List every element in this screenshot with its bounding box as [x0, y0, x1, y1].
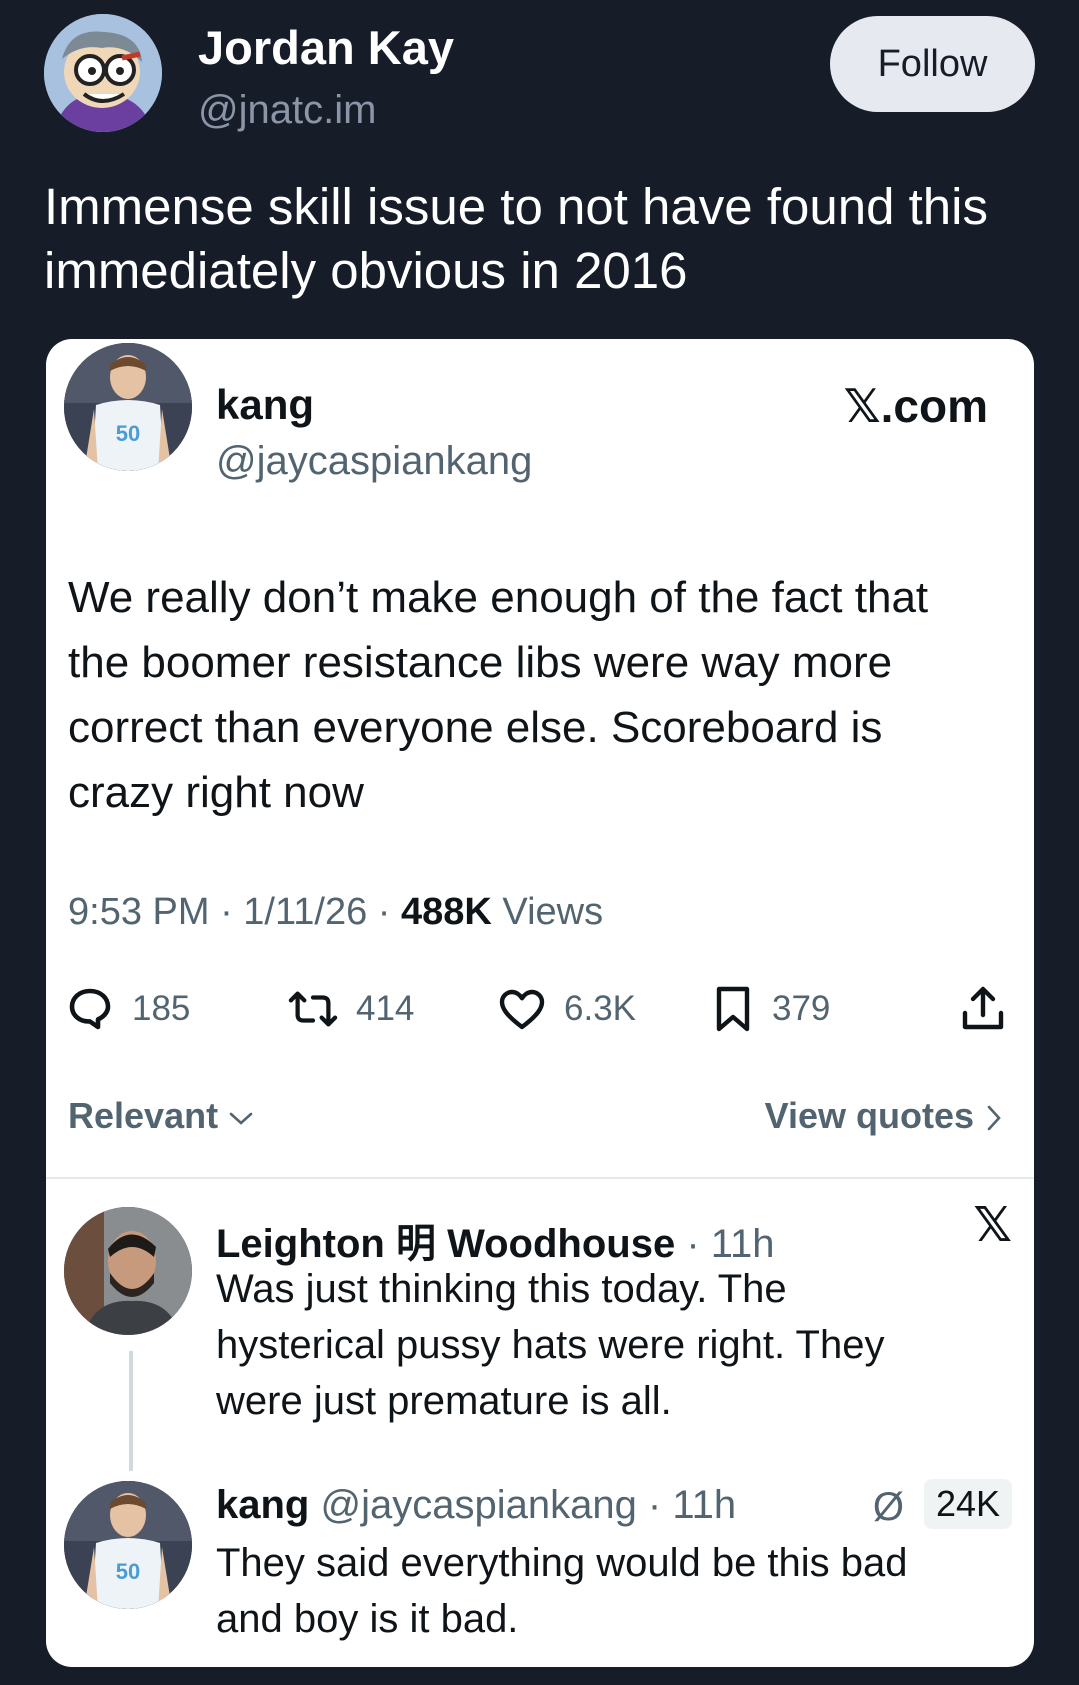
bookmark-count: 379	[772, 989, 831, 1028]
repost-icon	[288, 991, 338, 1027]
divider	[46, 1177, 1034, 1179]
leighton-avatar[interactable]	[64, 1207, 192, 1335]
cartoon-avatar-icon	[44, 14, 162, 132]
null-icon: Ø	[872, 1485, 904, 1529]
views-label: Views	[491, 891, 604, 933]
action-bar: 185 414 6.3K 379	[66, 979, 1016, 1039]
post-text: Immense skill issue to not have found th…	[44, 178, 988, 299]
bookmark-button[interactable]: 379	[712, 979, 830, 1039]
thread-connector	[129, 1351, 133, 1471]
profile-photo-icon	[64, 1207, 192, 1335]
kang-avatar[interactable]: 50	[64, 343, 192, 471]
quoted-author-handle[interactable]: @jaycaspiankang	[216, 439, 532, 484]
author-handle[interactable]: @jnatc.im	[198, 88, 376, 133]
quoted-tweet-card[interactable]: 50 kang @jaycaspiankang 𝕏.com We really …	[46, 339, 1034, 1667]
views-count: 488K	[401, 891, 492, 933]
heart-icon	[499, 989, 545, 1030]
reply-handle-time: @jaycaspiankang · 11h	[309, 1483, 737, 1527]
sort-label: Relevant	[68, 1095, 219, 1136]
repost-count: 414	[356, 989, 415, 1028]
kang-reply-avatar[interactable]: 50	[64, 1481, 192, 1609]
reply-button[interactable]: 185	[66, 979, 190, 1039]
tweet-timestamp: 9:53 PM · 1/11/26 ·	[68, 891, 402, 933]
like-count: 6.3K	[564, 989, 636, 1028]
quoted-tweet-text: We really don’t make enough of the fact …	[68, 573, 929, 817]
author-avatar[interactable]	[44, 14, 162, 132]
share-button[interactable]	[960, 979, 1024, 1039]
reply-author-name: kang	[216, 1483, 310, 1527]
reply-time: · 11h	[675, 1222, 775, 1266]
reply-count: 185	[132, 989, 191, 1028]
svg-text:50: 50	[116, 421, 140, 446]
sort-dropdown[interactable]: Relevant	[68, 1095, 254, 1137]
author-name[interactable]: Jordan Kay	[198, 20, 454, 75]
player-photo-icon: 50	[64, 1481, 192, 1609]
chevron-down-icon	[229, 1113, 253, 1126]
x-logo-icon: 𝕏	[973, 1199, 1012, 1252]
post-screen: Jordan Kay @jnatc.im Follow Immense skil…	[0, 0, 1079, 1685]
reply-author-name: Leighton 明 Woodhouse	[216, 1222, 676, 1266]
reply-icon	[69, 988, 111, 1030]
follow-button[interactable]: Follow	[830, 16, 1035, 112]
quoted-author-name[interactable]: kang	[216, 381, 314, 429]
chevron-right-icon	[987, 1106, 1001, 1131]
view-quotes-label: View quotes	[764, 1095, 974, 1136]
player-photo-icon: 50	[64, 343, 192, 471]
x-source-label: 𝕏.com	[843, 380, 988, 432]
like-button[interactable]: 6.3K	[498, 979, 636, 1039]
reply-author[interactable]: kang @jaycaspiankang · 11h	[216, 1483, 736, 1528]
tweet-meta: 9:53 PM · 1/11/26 · 488K Views	[68, 891, 603, 934]
count-badge: 24K	[924, 1479, 1012, 1529]
svg-text:50: 50	[116, 1559, 140, 1584]
repost-button[interactable]: 414	[288, 979, 414, 1039]
share-icon	[962, 986, 1004, 1030]
bookmark-icon	[716, 986, 750, 1032]
reply-text: They said everything would be this bad a…	[216, 1541, 908, 1641]
view-quotes-link[interactable]: View quotes	[765, 1095, 1004, 1137]
reply-text: Was just thinking this today. The hyster…	[216, 1267, 885, 1423]
